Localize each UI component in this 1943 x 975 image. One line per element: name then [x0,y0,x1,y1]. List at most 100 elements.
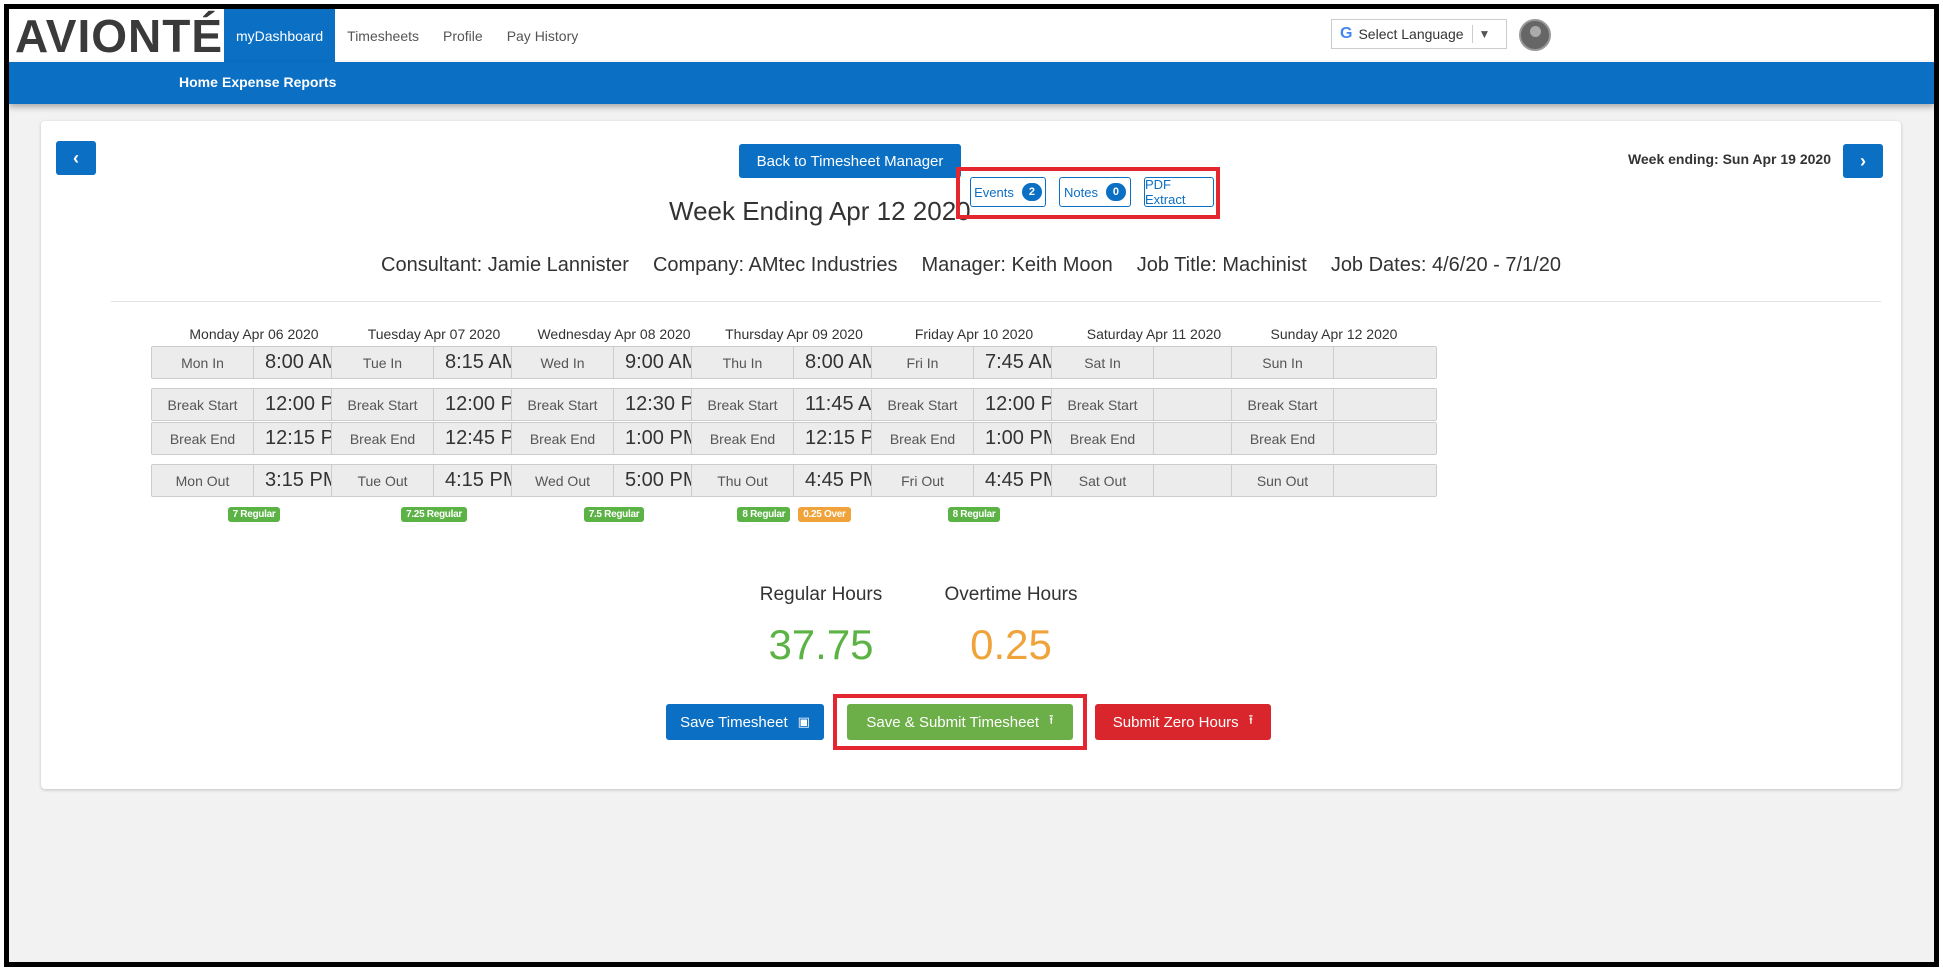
nav-link-home[interactable]: Home [179,74,218,90]
regular-hours-value: 37.75 [768,621,874,668]
break-end-label: Break End [152,423,254,454]
pdf-extract-button[interactable]: PDF Extract [1144,177,1214,207]
week-title: Week Ending Apr 12 2020 [669,196,971,226]
job-dates-info: Job Dates: 4/6/20 - 7/1/20 [1330,254,1561,276]
break-end-field: Break End 1:00 PM [511,422,717,455]
manager-info: Manager: Keith Moon [921,254,1113,276]
break-start-field: Break Start [1231,388,1437,421]
save-submit-timesheet-button[interactable]: Save & Submit Timesheet ⭱ [847,704,1073,740]
time-in-field: Wed In 9:00 AM [511,346,717,379]
caret-down-icon: ▼ [1478,27,1491,41]
time-in-label: Wed In [512,347,614,378]
break-start-input[interactable] [1334,389,1436,420]
day-header: Sunday Apr 12 2020 [1270,326,1398,342]
break-start-label: Break Start [1052,389,1154,420]
tab-pay-history[interactable]: Pay History [495,9,591,62]
time-out-label: Fri Out [872,465,974,496]
time-in-field: Sat In [1051,346,1257,379]
previous-week-button[interactable]: ‹ [56,141,96,175]
brand-logo: AVIONTÉ [15,10,224,62]
time-out-label: Mon Out [152,465,254,496]
day-column: Friday Apr 10 2020 Fri In 7:45 AM Break Sta… [871,323,1077,522]
break-start-label: Break Start [152,389,254,420]
day-column: Monday Apr 06 2020 Mon In 8:00 AM Break Sta… [151,323,357,522]
user-avatar[interactable] [1519,19,1551,51]
day-header: Saturday Apr 11 2020 [1086,326,1222,342]
hours-badges: 8 Regular [871,507,1077,522]
time-out-field: Mon Out 3:15 PM [151,464,357,497]
time-in-label: Sun In [1232,347,1334,378]
regular-hours-badge: 8 Regular [947,507,1001,522]
day-header: Wednesday Apr 08 2020 [537,326,691,342]
time-in-label: Tue In [332,347,434,378]
time-in-label: Sat In [1052,347,1154,378]
break-end-field: Break End 12:15 PM [151,422,357,455]
break-end-field: Break End [1051,422,1257,455]
app-window: AVIONTÉ myDashboard Timesheets Profile P… [4,4,1939,967]
save-timesheet-button[interactable]: Save Timesheet ▣ [666,704,824,740]
next-week-button[interactable]: › [1843,144,1883,178]
break-start-label: Break Start [332,389,434,420]
notes-button[interactable]: Notes 0 [1059,177,1131,207]
break-end-field: Break End [1231,422,1437,455]
overtime-hours-value: 0.25 [970,621,1052,668]
time-out-field: Sat Out [1051,464,1257,497]
tab-profile[interactable]: Profile [431,9,495,62]
notes-label: Notes [1064,184,1098,200]
break-start-field: Break Start [1051,388,1257,421]
hours-badges: 7.5 Regular [511,507,717,522]
time-in-field: Tue In 8:15 AM [331,346,537,379]
divider [111,301,1881,302]
google-icon: G [1340,25,1353,42]
job-title-info: Job Title: Machinist [1136,254,1307,276]
job-info: Consultant: Jamie Lannister Company: AMt… [41,254,1901,277]
day-header: Monday Apr 06 2020 [189,326,319,342]
events-button[interactable]: Events 2 [970,177,1046,207]
time-out-label: Sat Out [1052,465,1154,496]
timesheet-card: ‹ Back to Timesheet Manager Week ending:… [41,121,1901,789]
chevron-left-icon: ‹ [73,147,79,168]
time-out-field: Thu Out 4:45 PM [691,464,897,497]
back-to-timesheet-manager-button[interactable]: Back to Timesheet Manager [739,144,961,178]
regular-hours-badge: 8 Regular [737,507,791,522]
nav-link-expense-reports[interactable]: Expense Reports [222,74,336,90]
language-select-label: Select Language [1358,26,1464,42]
break-end-input[interactable] [1334,423,1436,454]
break-start-label: Break Start [512,389,614,420]
save-submit-label: Save & Submit Timesheet [866,713,1040,731]
break-end-label: Break End [1232,423,1334,454]
time-in-label: Mon In [152,347,254,378]
time-out-field: Sun Out [1231,464,1437,497]
tab-timesheets[interactable]: Timesheets [335,9,431,62]
time-out-label: Thu Out [692,465,794,496]
submit-zero-hours-button[interactable]: Submit Zero Hours ⭱ [1095,704,1271,740]
break-start-field: Break Start 12:00 PM [151,388,357,421]
tab-mydashboard[interactable]: myDashboard [224,9,336,62]
regular-hours-badge: 7 Regular [227,507,281,522]
events-count-badge: 2 [1021,183,1042,201]
time-out-label: Sun Out [1232,465,1334,496]
regular-hours-badge: 7.25 Regular [401,507,467,522]
day-column: Thursday Apr 09 2020 Thu In 8:00 AM Break S… [691,323,897,522]
day-header: Thursday Apr 09 2020 [725,326,863,342]
upload-icon: ⭱ [1049,712,1054,727]
time-out-input[interactable] [1334,465,1436,496]
time-in-label: Thu In [692,347,794,378]
day-column: Tuesday Apr 07 2020 Tue In 8:15 AM Break St… [331,323,537,522]
break-end-label: Break End [872,423,974,454]
language-select[interactable]: G Select Language ▼ [1331,19,1507,49]
floppy-disk-icon: ▣ [797,714,810,729]
day-header: Tuesday Apr 07 2020 [367,326,501,342]
regular-hours-badge: 7.5 Regular [583,507,645,522]
upload-icon: ⭱ [1248,712,1254,727]
break-start-field: Break Start 11:45 AM [691,388,897,421]
break-end-label: Break End [512,423,614,454]
overtime-hours-label: Overtime Hours [944,584,1078,605]
time-in-input[interactable] [1334,347,1436,378]
time-in-field: Fri In 7:45 AM [871,346,1077,379]
day-column: Sunday Apr 12 2020 Sun In Break Start Break… [1231,323,1437,507]
time-out-field: Fri Out 4:45 PM [871,464,1077,497]
chevron-right-icon: › [1860,150,1866,171]
notes-count-badge: 0 [1105,183,1126,201]
time-in-field: Thu In 8:00 AM [691,346,897,379]
